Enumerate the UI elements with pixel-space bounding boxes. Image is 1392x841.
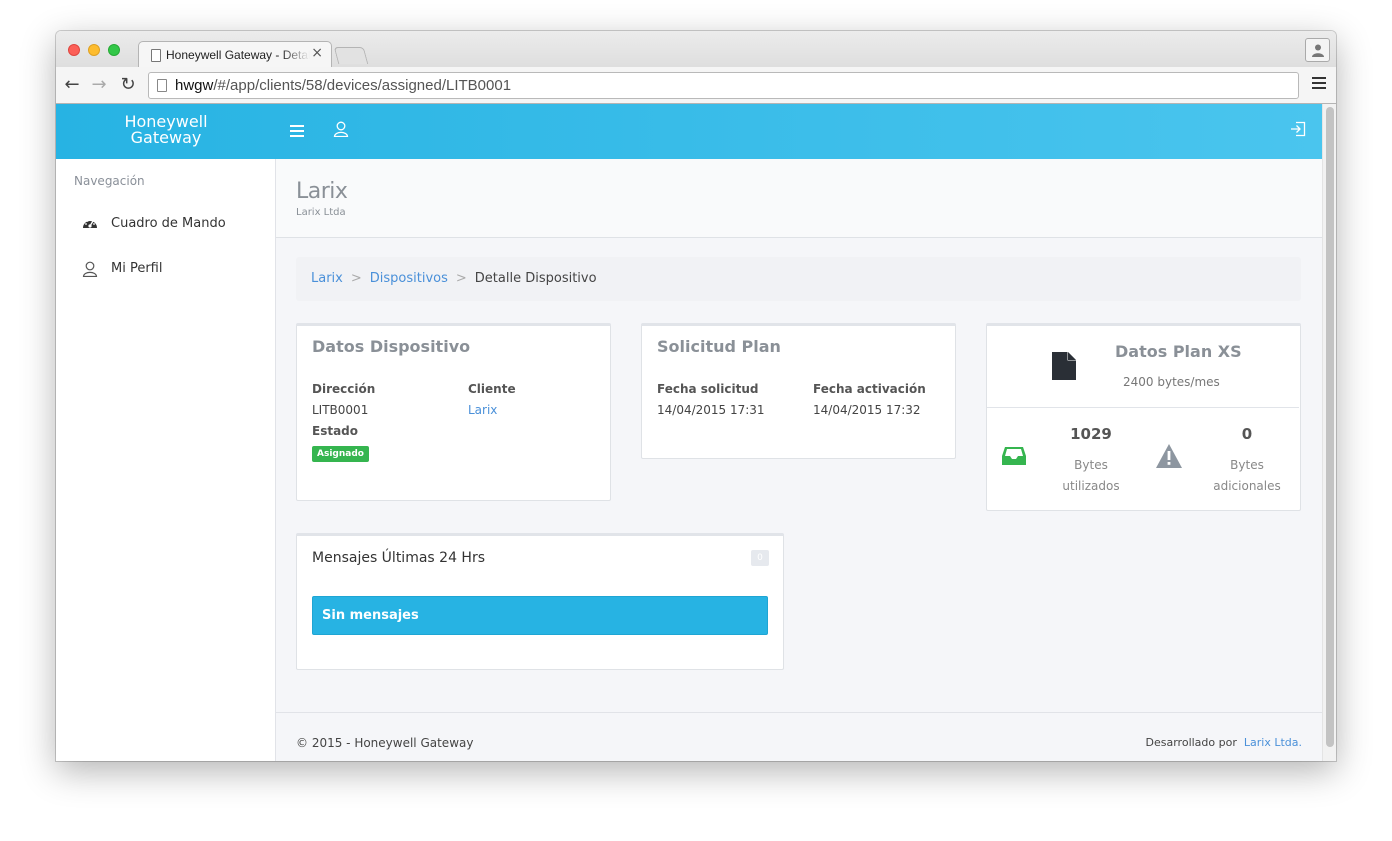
direccion-label: Dirección	[312, 382, 376, 396]
developer-credit: Desarrollado por Larix Ltda.	[1146, 736, 1302, 749]
sidebar-item-label: Mi Perfil	[111, 261, 163, 276]
vertical-scrollbar[interactable]	[1322, 104, 1336, 761]
bytes-extra-value: 0	[1241, 425, 1253, 443]
fecha-solicitud-label: Fecha solicitud	[657, 382, 759, 396]
profile-button[interactable]	[1305, 38, 1330, 62]
breadcrumb-separator: >	[350, 271, 362, 286]
estado-label: Estado	[312, 424, 359, 438]
logout-icon[interactable]	[1290, 121, 1306, 141]
empty-messages-alert: Sin mensajes	[312, 596, 768, 635]
tab-title: Honeywell Gateway - Detalle Dispositivo	[166, 48, 310, 62]
inbox-icon	[1001, 446, 1027, 470]
brand-line-2: Gateway	[130, 128, 202, 147]
user-icon[interactable]	[333, 121, 349, 141]
plan-quota: 2400 bytes/mes	[1123, 375, 1220, 389]
new-tab-button[interactable]	[333, 47, 369, 64]
messages-title: Mensajes Últimas 24 Hrs	[312, 550, 486, 566]
sidebar-item-label: Cuadro de Mando	[111, 216, 226, 231]
scrollbar-thumb[interactable]	[1326, 107, 1334, 747]
fecha-activacion-label: Fecha activación	[813, 382, 926, 396]
warning-icon	[1155, 443, 1183, 473]
browser-menu-icon[interactable]	[1312, 77, 1326, 92]
person-icon	[1312, 44, 1324, 57]
url-text[interactable]: hwgw/#/app/clients/58/devices/assigned/L…	[175, 77, 511, 94]
plan-divider	[987, 407, 1299, 408]
messages-count-badge: 0	[751, 550, 769, 566]
bytes-used-value: 1029	[1070, 425, 1112, 443]
plan-title: Datos Plan XS	[1115, 342, 1242, 361]
breadcrumb-current: Detalle Dispositivo	[474, 271, 597, 286]
breadcrumb-link-larix[interactable]: Larix	[311, 271, 343, 286]
bytes-extra-label-line-2: adicionales	[1213, 479, 1281, 493]
sidebar-title: Navegación	[74, 174, 145, 188]
minimize-window-button[interactable]	[88, 44, 100, 56]
close-window-button[interactable]	[68, 44, 80, 56]
user-icon	[82, 261, 98, 284]
breadcrumb: Larix > Dispositivos > Detalle Dispositivo	[296, 257, 1301, 301]
page-header: Larix Larix Ltda	[276, 159, 1322, 238]
status-badge: Asignado	[312, 446, 369, 462]
developed-by-text: Desarrollado por	[1145, 736, 1237, 749]
page-icon	[151, 49, 161, 62]
menu-toggle-icon[interactable]	[290, 125, 304, 140]
browser-tabstrip: Honeywell Gateway - Detalle Dispositivo …	[56, 31, 1336, 68]
direccion-value: LITB0001	[312, 403, 369, 417]
back-arrow-icon[interactable]: ←	[61, 74, 83, 96]
bytes-used-label-line-1: Bytes	[1074, 458, 1108, 472]
plan-data-panel: Datos Plan XS 2400 bytes/mes 1029 Bytes …	[986, 323, 1301, 511]
reload-icon[interactable]: ↻	[117, 74, 139, 96]
app-brand[interactable]: Honeywell Gateway	[116, 114, 216, 146]
bytes-used-label: Bytes utilizados	[1046, 455, 1136, 497]
forward-arrow-icon[interactable]: →	[88, 74, 110, 96]
dashboard-icon	[82, 216, 98, 237]
browser-tab[interactable]: Honeywell Gateway - Detalle Dispositivo …	[138, 41, 332, 68]
breadcrumb-separator: >	[455, 271, 467, 286]
browser-toolbar: ← → ↻ hwgw/#/app/clients/58/devices/assi…	[56, 67, 1336, 104]
url-host: hwgw	[175, 77, 214, 94]
page-icon	[157, 79, 167, 92]
document-icon	[1051, 351, 1077, 385]
developer-link[interactable]: Larix Ltda.	[1244, 736, 1302, 749]
bytes-extra-label-line-1: Bytes	[1230, 458, 1264, 472]
bytes-used-label-line-2: utilizados	[1062, 479, 1120, 493]
breadcrumb-link-dispositivos[interactable]: Dispositivos	[370, 271, 448, 286]
fecha-activacion-value: 14/04/2015 17:32	[813, 403, 921, 417]
browser-window: Honeywell Gateway - Detalle Dispositivo …	[56, 31, 1336, 761]
cliente-link[interactable]: Larix	[468, 403, 497, 417]
zoom-window-button[interactable]	[108, 44, 120, 56]
cliente-label: Cliente	[468, 382, 516, 396]
messages-panel: Mensajes Últimas 24 Hrs 0 Sin mensajes	[296, 533, 784, 670]
fecha-solicitud-value: 14/04/2015 17:31	[657, 403, 765, 417]
tab-close-icon[interactable]: ×	[311, 45, 323, 61]
device-panel: Datos Dispositivo Dirección LITB0001 Cli…	[296, 323, 611, 501]
sidebar: Navegación Cuadro de Mando Mi Perfil	[56, 159, 276, 761]
web-page: Honeywell Gateway Navegación Cuadro de M…	[56, 104, 1322, 761]
page-subtitle: Larix Ltda	[296, 207, 346, 218]
plan-request-title: Solicitud Plan	[657, 337, 781, 356]
app-topbar: Honeywell Gateway	[56, 104, 1322, 159]
copyright-text: © 2015 - Honeywell Gateway	[296, 736, 474, 750]
plan-request-panel: Solicitud Plan Fecha solicitud 14/04/201…	[641, 323, 956, 459]
url-path: /#/app/clients/58/devices/assigned/LITB0…	[213, 77, 512, 94]
page-footer: © 2015 - Honeywell Gateway Desarrollado …	[276, 712, 1322, 761]
bytes-extra-label: Bytes adicionales	[1202, 455, 1292, 497]
device-panel-title: Datos Dispositivo	[312, 337, 471, 356]
page-title: Larix	[296, 179, 348, 204]
address-bar[interactable]: hwgw/#/app/clients/58/devices/assigned/L…	[148, 72, 1299, 99]
